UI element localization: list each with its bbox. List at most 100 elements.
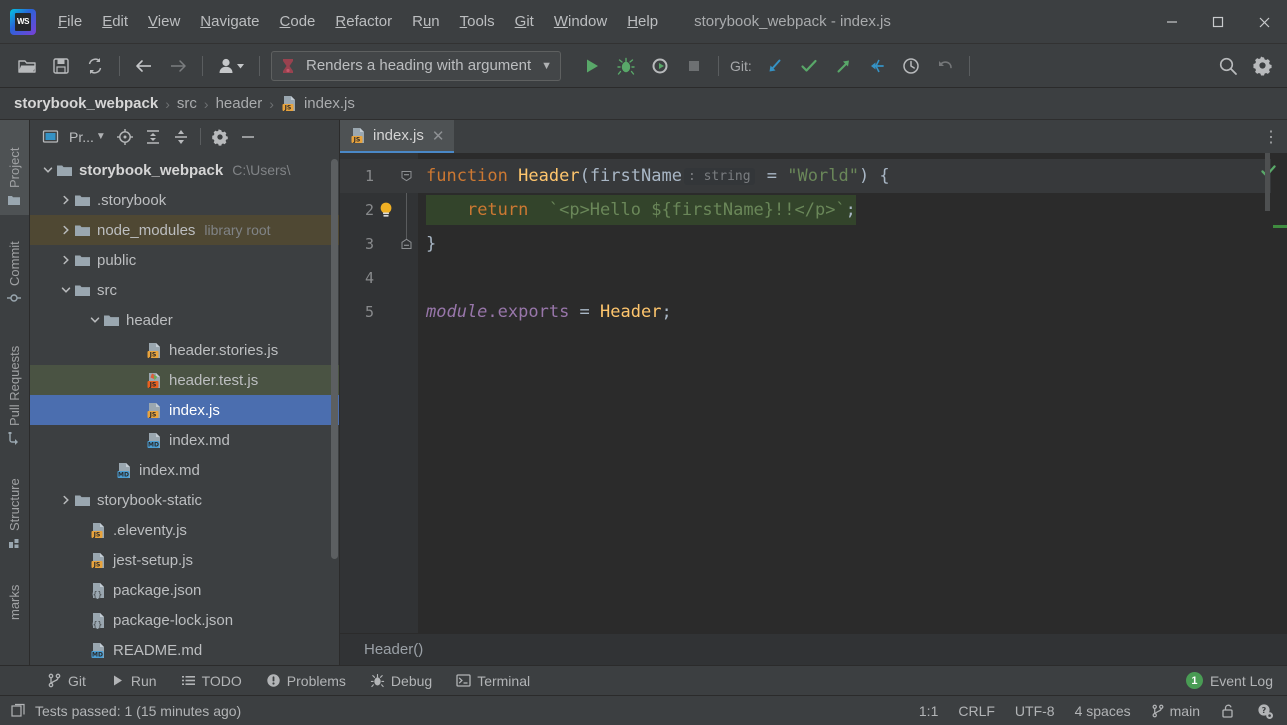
navigate-forward-button[interactable]: [163, 51, 193, 81]
menu-view[interactable]: View: [138, 10, 190, 34]
minimize-button[interactable]: [1149, 0, 1195, 44]
settings-gear-icon[interactable]: [1247, 51, 1277, 81]
tree-row-src[interactable]: src: [30, 275, 339, 305]
line-separator[interactable]: CRLF: [955, 701, 998, 721]
git-update-button[interactable]: [760, 51, 790, 81]
stop-button[interactable]: [679, 51, 709, 81]
navigate-back-button[interactable]: [129, 51, 159, 81]
tree-row-storybook[interactable]: .storybook: [30, 185, 339, 215]
intention-bulb-icon[interactable]: [376, 200, 396, 220]
chevron-down-icon[interactable]: [58, 282, 74, 298]
git-commit-button[interactable]: [794, 51, 824, 81]
tree-row-readme-md[interactable]: MD README.md: [30, 635, 339, 665]
editor-tabs-more-menu-icon[interactable]: ⋮: [1263, 120, 1279, 153]
editor-marker-gutter[interactable]: [1261, 153, 1287, 633]
run-with-coverage-button[interactable]: [645, 51, 675, 81]
open-project-button[interactable]: [12, 51, 42, 81]
git-rebase-button[interactable]: [862, 51, 892, 81]
tool-window-run[interactable]: Run: [101, 670, 166, 692]
maximize-button[interactable]: [1195, 0, 1241, 44]
tree-row-index-md-inner[interactable]: MD index.md: [30, 425, 339, 455]
tree-row-index-md-outer[interactable]: MD index.md: [30, 455, 339, 485]
file-encoding[interactable]: UTF-8: [1012, 701, 1058, 721]
breadcrumb-item-file[interactable]: index.js: [304, 95, 355, 112]
chevron-down-icon[interactable]: [40, 162, 56, 178]
tree-row-header-test-js[interactable]: JS header.test.js: [30, 365, 339, 395]
tree-row-node-modules[interactable]: node_modules library root: [30, 215, 339, 245]
stripe-item-commit[interactable]: Commit: [0, 215, 29, 313]
tree-row-package-lock-json[interactable]: {} package-lock.json: [30, 605, 339, 635]
project-view-icon[interactable]: [37, 124, 63, 150]
search-everywhere-icon[interactable]: [1213, 51, 1243, 81]
tree-row-header[interactable]: header: [30, 305, 339, 335]
chevron-right-icon[interactable]: [58, 252, 74, 268]
tree-row-header-stories-js[interactable]: JS header.stories.js: [30, 335, 339, 365]
tree-row-package-json[interactable]: {} package.json: [30, 575, 339, 605]
chevron-right-icon[interactable]: [58, 492, 74, 508]
tool-window-debug[interactable]: Debug: [361, 670, 441, 692]
tool-window-problems[interactable]: Problems: [257, 670, 355, 692]
save-all-button[interactable]: [46, 51, 76, 81]
indent-setting[interactable]: 4 spaces: [1072, 701, 1134, 721]
editor-scrollbar[interactable]: [1265, 153, 1270, 211]
stripe-item-pull-requests[interactable]: Pull Requests: [0, 313, 29, 453]
git-push-button[interactable]: [828, 51, 858, 81]
project-panel-caret-icon[interactable]: ▼: [96, 131, 106, 142]
run-button[interactable]: [577, 51, 607, 81]
editor-gutter[interactable]: 1 2 3 4 5: [340, 153, 418, 633]
menu-file[interactable]: File: [48, 10, 92, 34]
git-history-button[interactable]: [896, 51, 926, 81]
fold-open-icon[interactable]: [401, 171, 412, 182]
tree-row-jest-setup-js[interactable]: JS jest-setup.js: [30, 545, 339, 575]
breadcrumb-item-project[interactable]: storybook_webpack: [14, 95, 158, 112]
close-button[interactable]: [1241, 0, 1287, 44]
stripe-item-structure[interactable]: Structure: [0, 453, 29, 558]
locate-file-icon[interactable]: [112, 124, 138, 150]
inspection-settings-icon[interactable]: ?: [1253, 700, 1277, 722]
tree-row-storybook-static[interactable]: storybook-static: [30, 485, 339, 515]
code-content[interactable]: function Header(firstName: string = "Wor…: [418, 153, 1287, 633]
project-tree[interactable]: storybook_webpack C:\Users\ .storybook n…: [30, 153, 339, 665]
editor-breadcrumb-bottom[interactable]: Header(): [340, 633, 1287, 665]
menu-code[interactable]: Code: [270, 10, 326, 34]
fold-close-icon[interactable]: [401, 238, 412, 250]
tree-row-index-js[interactable]: JS index.js: [30, 395, 339, 425]
project-tree-scrollbar[interactable]: [331, 159, 338, 559]
menu-run[interactable]: Run: [402, 10, 450, 34]
code-editor[interactable]: 1 2 3 4 5 function Header (firstName: …: [340, 153, 1287, 633]
event-log-button[interactable]: 1 Event Log: [1185, 672, 1273, 689]
chevron-right-icon[interactable]: [58, 222, 74, 238]
breadcrumb-item-src[interactable]: src: [177, 95, 197, 112]
chevron-down-icon[interactable]: [87, 312, 103, 328]
tool-window-todo[interactable]: TODO: [172, 670, 251, 692]
run-configuration-selector[interactable]: Renders a heading with argument ▼: [271, 50, 561, 81]
tree-row-public[interactable]: public: [30, 245, 339, 275]
collapse-all-icon[interactable]: [168, 124, 194, 150]
menu-window[interactable]: Window: [544, 10, 617, 34]
inlay-hint-type[interactable]: : string: [683, 167, 755, 185]
chevron-right-icon[interactable]: [58, 192, 74, 208]
menu-tools[interactable]: Tools: [450, 10, 505, 34]
project-panel-title[interactable]: Pr...: [69, 129, 94, 145]
menu-git[interactable]: Git: [505, 10, 544, 34]
tree-row-eleventy-js[interactable]: JS .eleventy.js: [30, 515, 339, 545]
editor-tab-index-js[interactable]: JS index.js ✕: [340, 120, 455, 153]
tree-row-storybook-webpack[interactable]: storybook_webpack C:\Users\: [30, 155, 339, 185]
hide-panel-icon[interactable]: [235, 124, 261, 150]
console-icon[interactable]: [10, 703, 26, 719]
expand-all-icon[interactable]: [140, 124, 166, 150]
close-icon[interactable]: ✕: [430, 127, 447, 145]
menu-refactor[interactable]: Refactor: [325, 10, 402, 34]
menu-navigate[interactable]: Navigate: [190, 10, 269, 34]
tool-window-git[interactable]: Git: [38, 670, 95, 692]
menu-edit[interactable]: Edit: [92, 10, 138, 34]
unlocked-icon[interactable]: [1217, 701, 1239, 721]
project-settings-gear-icon[interactable]: [207, 124, 233, 150]
breadcrumb-item-header[interactable]: header: [216, 95, 263, 112]
stripe-item-project[interactable]: Project: [0, 120, 29, 215]
git-branch-widget[interactable]: main: [1148, 701, 1203, 721]
stripe-item-bookmarks[interactable]: marks: [0, 558, 29, 628]
git-rollback-button[interactable]: [930, 51, 960, 81]
caret-position[interactable]: 1:1: [916, 701, 941, 721]
debug-button[interactable]: [611, 51, 641, 81]
